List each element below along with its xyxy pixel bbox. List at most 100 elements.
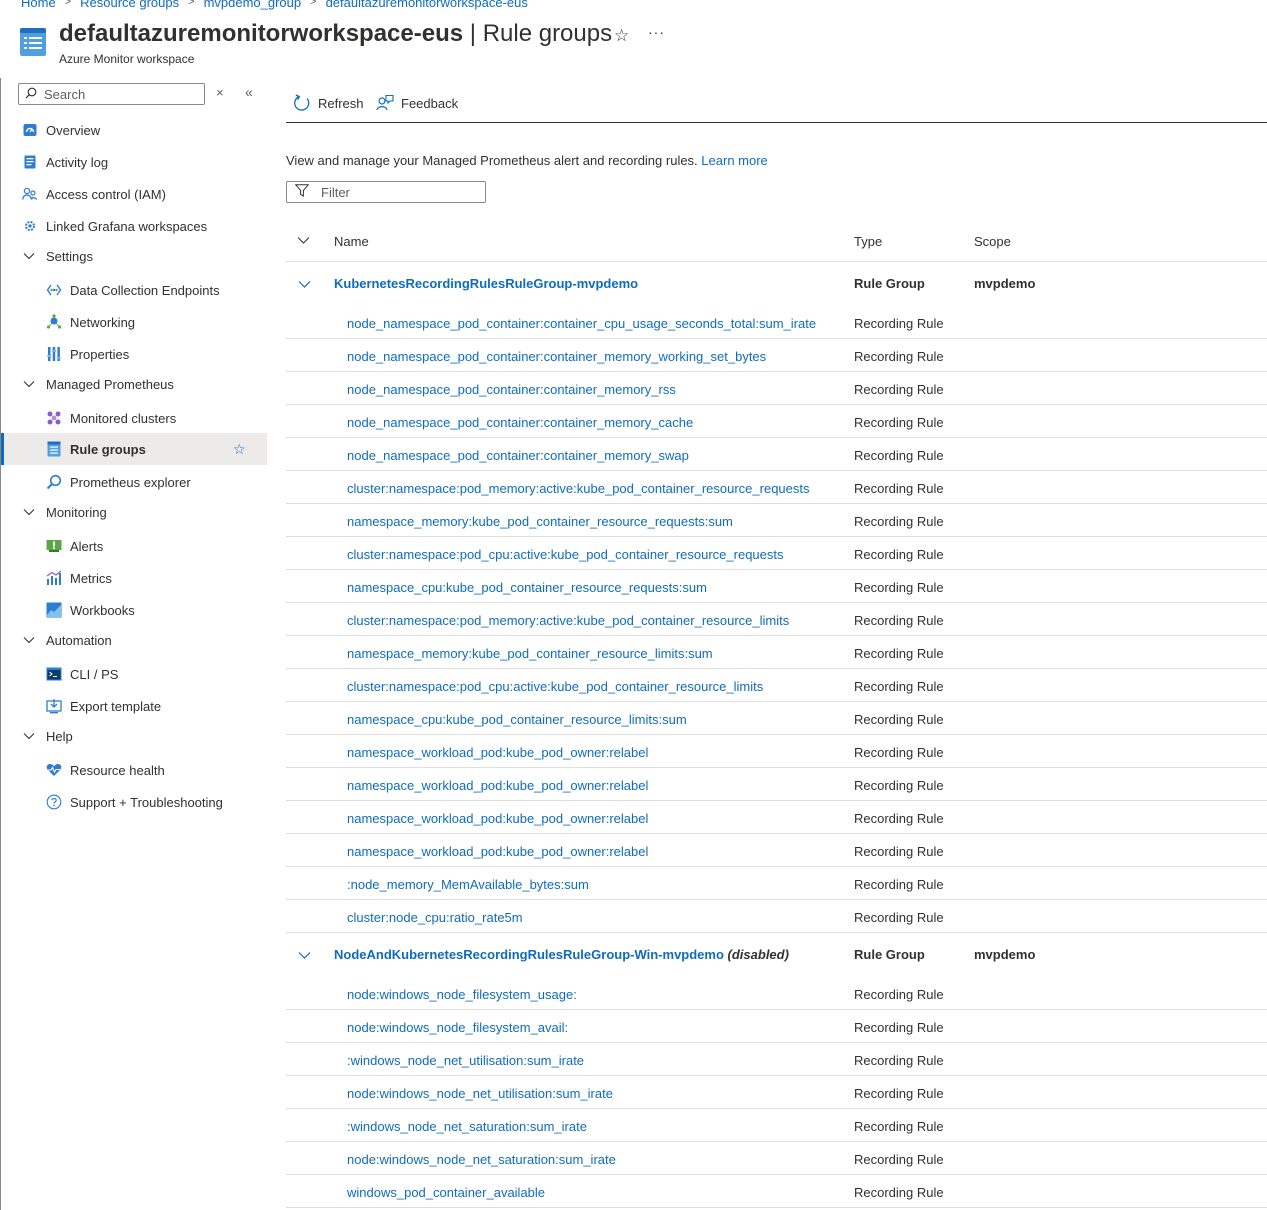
close-icon[interactable]: × <box>216 85 224 100</box>
networking-icon <box>46 314 62 330</box>
recording-rule-link[interactable]: node:windows_node_net_utilisation:sum_ir… <box>347 1086 613 1101</box>
breadcrumb-resource-groups[interactable]: Resource groups <box>80 0 179 10</box>
recording-rule-link[interactable]: node_namespace_pod_container:container_m… <box>347 349 766 364</box>
sidebar-item-iam[interactable]: Access control (IAM) <box>1 178 267 210</box>
rule-groups-header-icon <box>19 27 47 57</box>
recording-rule-link[interactable]: node:windows_node_filesystem_usage: <box>347 987 577 1002</box>
chevron-down-icon <box>22 380 36 388</box>
column-header-scope[interactable]: Scope <box>974 234 1011 249</box>
recording-rule-link[interactable]: node_namespace_pod_container:container_c… <box>347 316 816 331</box>
metrics-icon <box>46 570 62 586</box>
recording-rule-link[interactable]: node:windows_node_net_saturation:sum_ira… <box>347 1152 616 1167</box>
chevron-right-icon: > <box>64 0 72 8</box>
table-row: node_namespace_pod_container:container_c… <box>286 306 1267 339</box>
intro-text: View and manage your Managed Prometheus … <box>286 153 768 168</box>
sidebar-search-input[interactable] <box>44 86 194 102</box>
sidebar-item-activity-log[interactable]: Activity log <box>1 146 267 178</box>
chevron-right-icon: > <box>188 0 195 8</box>
recording-rule-link[interactable]: node_namespace_pod_container:container_m… <box>347 415 693 430</box>
rule-type: Recording Rule <box>854 1152 944 1167</box>
recording-rule-link[interactable]: :node_memory_MemAvailable_bytes:sum <box>347 877 589 892</box>
search-icon <box>25 87 37 102</box>
breadcrumb-home[interactable]: Home <box>21 0 56 10</box>
chevron-down-icon[interactable] <box>298 277 311 291</box>
sidebar-item-networking[interactable]: Networking <box>1 306 267 338</box>
feedback-button[interactable]: Feedback <box>376 94 458 112</box>
column-header-type[interactable]: Type <box>854 234 882 249</box>
recording-rule-link[interactable]: windows_pod_container_available <box>347 1185 545 1200</box>
recording-rule-link[interactable]: cluster:namespace:pod_cpu:active:kube_po… <box>347 679 763 694</box>
filter-input[interactable] <box>321 184 481 200</box>
filter-box[interactable] <box>286 181 486 203</box>
sidebar-item-metrics[interactable]: Metrics <box>1 562 267 594</box>
refresh-button[interactable]: Refresh <box>293 94 364 112</box>
sidebar-section-managed-prometheus[interactable]: Managed Prometheus <box>1 368 267 400</box>
rule-group-link[interactable]: NodeAndKubernetesRecordingRulesRuleGroup… <box>334 947 724 962</box>
sidebar-section-automation[interactable]: Automation <box>1 624 267 656</box>
recording-rule-link[interactable]: namespace_workload_pod:kube_pod_owner:re… <box>347 811 648 826</box>
sidebar-section-settings[interactable]: Settings <box>1 240 267 272</box>
recording-rule-link[interactable]: node_namespace_pod_container:container_m… <box>347 382 676 397</box>
more-options-button[interactable]: ··· <box>648 24 665 40</box>
table-row: :node_memory_MemAvailable_bytes:sum Recor… <box>286 867 1267 900</box>
recording-rule-link[interactable]: namespace_memory:kube_pod_container_reso… <box>347 646 713 661</box>
sidebar-item-prometheus-explorer[interactable]: Prometheus explorer <box>1 466 267 498</box>
sidebar-item-support[interactable]: Support + Troubleshooting <box>1 786 267 818</box>
rule-type: Recording Rule <box>854 382 944 397</box>
sidebar-item-cli-ps[interactable]: CLI / PS <box>1 658 267 690</box>
rule-type: Recording Rule <box>854 316 944 331</box>
breadcrumb-resource-group[interactable]: mvpdemo_group <box>204 0 302 10</box>
sidebar-item-rule-groups[interactable]: Rule groups ☆ <box>1 433 267 465</box>
recording-rule-link[interactable]: :windows_node_net_utilisation:sum_irate <box>347 1053 584 1068</box>
chevron-down-icon <box>22 252 36 260</box>
sidebar-item-monitored-clusters[interactable]: Monitored clusters <box>1 402 267 434</box>
collapse-sidebar-icon[interactable]: « <box>245 84 253 100</box>
data-collection-icon <box>46 282 62 298</box>
rule-type: Recording Rule <box>854 712 944 727</box>
column-header-name[interactable]: Name <box>334 234 369 249</box>
sidebar-item-linked-grafana[interactable]: Linked Grafana workspaces <box>1 210 267 242</box>
recording-rule-link[interactable]: cluster:namespace:pod_memory:active:kube… <box>347 613 789 628</box>
activity-log-icon <box>22 154 38 170</box>
table-row: cluster:namespace:pod_memory:active:kube… <box>286 471 1267 504</box>
sidebar: × « Overview Activity log Access control… <box>0 78 267 1210</box>
sidebar-item-overview[interactable]: Overview <box>1 114 267 146</box>
sidebar-item-export-template[interactable]: Export template <box>1 690 267 722</box>
recording-rule-link[interactable]: namespace_cpu:kube_pod_container_resourc… <box>347 712 687 727</box>
sidebar-item-properties[interactable]: Properties <box>1 338 267 370</box>
recording-rule-link[interactable]: :windows_node_net_saturation:sum_irate <box>347 1119 587 1134</box>
filter-icon <box>294 184 310 200</box>
table-row: node:windows_node_filesystem_usage: Recor… <box>286 977 1267 1010</box>
recording-rule-link[interactable]: cluster:namespace:pod_cpu:active:kube_po… <box>347 547 784 562</box>
recording-rule-link[interactable]: namespace_workload_pod:kube_pod_owner:re… <box>347 745 648 760</box>
recording-rule-link[interactable]: namespace_cpu:kube_pod_container_resourc… <box>347 580 707 595</box>
recording-rule-link[interactable]: namespace_memory:kube_pod_container_reso… <box>347 514 733 529</box>
table-row: namespace_memory:kube_pod_container_reso… <box>286 636 1267 669</box>
recording-rule-link[interactable]: cluster:node_cpu:ratio_rate5m <box>347 910 523 925</box>
rule-type: Recording Rule <box>854 877 944 892</box>
sidebar-item-workbooks[interactable]: Workbooks <box>1 594 267 626</box>
sidebar-item-data-collection-endpoints[interactable]: Data Collection Endpoints <box>1 274 267 306</box>
rule-group-link[interactable]: KubernetesRecordingRulesRuleGroup-mvpdem… <box>334 276 638 291</box>
rule-type: Recording Rule <box>854 547 944 562</box>
recording-rule-link[interactable]: cluster:namespace:pod_memory:active:kube… <box>347 481 810 496</box>
learn-more-link[interactable]: Learn more <box>701 153 767 168</box>
recording-rule-link[interactable]: node_namespace_pod_container:container_m… <box>347 448 689 463</box>
rule-type: Recording Rule <box>854 679 944 694</box>
sidebar-section-help[interactable]: Help <box>1 720 267 752</box>
grafana-icon <box>22 218 38 234</box>
recording-rule-link[interactable]: namespace_workload_pod:kube_pod_owner:re… <box>347 844 648 859</box>
chevron-down-icon[interactable] <box>298 948 311 962</box>
sidebar-item-alerts[interactable]: Alerts <box>1 530 267 562</box>
recording-rule-link[interactable]: node:windows_node_filesystem_avail: <box>347 1020 568 1035</box>
sidebar-item-resource-health[interactable]: Resource health <box>1 754 267 786</box>
sidebar-search[interactable] <box>18 83 205 105</box>
breadcrumb-workspace[interactable]: defaultazuremonitorworkspace-eus <box>326 0 528 10</box>
page-subtitle: Azure Monitor workspace <box>59 52 195 66</box>
collapse-all-icon[interactable] <box>297 233 310 247</box>
rule-type: Recording Rule <box>854 646 944 661</box>
recording-rule-link[interactable]: namespace_workload_pod:kube_pod_owner:re… <box>347 778 648 793</box>
favorite-star-icon[interactable]: ☆ <box>233 441 246 458</box>
star-outline-icon[interactable]: ☆ <box>614 26 629 46</box>
sidebar-section-monitoring[interactable]: Monitoring <box>1 496 267 528</box>
